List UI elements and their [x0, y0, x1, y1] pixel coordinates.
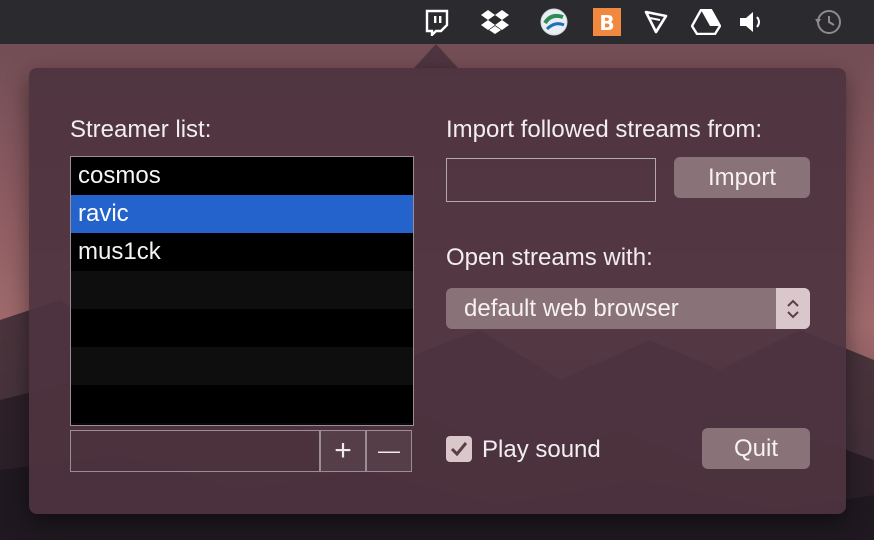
- import-label: Import followed streams from:: [446, 116, 763, 143]
- menu-bar: B: [0, 0, 874, 44]
- dropbox-icon[interactable]: [479, 6, 511, 38]
- empty-row: [71, 271, 413, 309]
- preferences-popover: Streamer list: cosmos ravic mus1ck + — I…: [29, 68, 846, 514]
- open-streams-value: default web browser: [464, 295, 679, 322]
- bitcoin-icon[interactable]: B: [591, 6, 623, 38]
- minus-icon: —: [378, 438, 400, 463]
- popover-arrow: [414, 44, 458, 68]
- play-sound-label: Play sound: [482, 436, 601, 463]
- import-button[interactable]: Import: [674, 157, 810, 198]
- empty-row: [71, 309, 413, 347]
- time-machine-icon[interactable]: [812, 6, 844, 38]
- empty-row: [71, 347, 413, 385]
- globe-icon[interactable]: [538, 6, 570, 38]
- svg-text:B: B: [599, 11, 614, 35]
- streamer-list[interactable]: cosmos ravic mus1ck: [70, 156, 414, 426]
- scrypt-icon[interactable]: [640, 6, 672, 38]
- volume-icon[interactable]: [736, 6, 768, 38]
- play-sound-checkbox[interactable]: [446, 436, 472, 462]
- chevron-updown-icon: [776, 288, 810, 329]
- add-streamer-button[interactable]: +: [320, 430, 366, 472]
- plus-icon: +: [334, 434, 352, 467]
- add-streamer-input[interactable]: [70, 430, 320, 472]
- list-item[interactable]: cosmos: [71, 157, 413, 195]
- google-drive-icon[interactable]: [690, 6, 722, 38]
- empty-row: [71, 385, 413, 423]
- list-item-selected[interactable]: ravic: [71, 195, 413, 233]
- streamer-list-title: Streamer list:: [70, 116, 212, 143]
- open-streams-select[interactable]: default web browser: [446, 288, 810, 329]
- remove-streamer-button[interactable]: —: [366, 430, 412, 472]
- import-username-input[interactable]: [446, 158, 656, 202]
- open-streams-label: Open streams with:: [446, 244, 653, 271]
- list-item[interactable]: mus1ck: [71, 233, 413, 271]
- quit-button[interactable]: Quit: [702, 428, 810, 469]
- twitch-icon[interactable]: [420, 6, 452, 38]
- checkmark-icon: [450, 442, 468, 457]
